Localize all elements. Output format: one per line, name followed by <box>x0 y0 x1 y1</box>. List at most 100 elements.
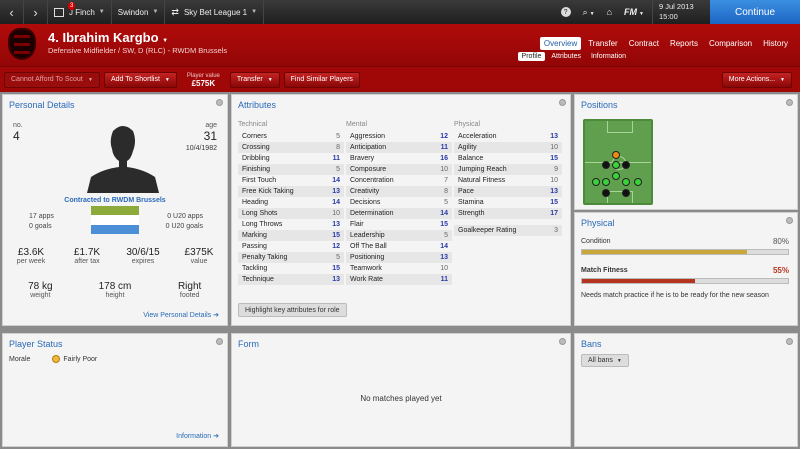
position-dot <box>622 189 630 197</box>
bans-filter-dropdown[interactable]: All bans ▼ <box>581 354 629 367</box>
attribute-name: Dribbling <box>242 155 270 162</box>
tab-reports[interactable]: Reports <box>666 37 702 50</box>
physical-list: Acceleration 13 Agility 10 Balance 15 Jumping … <box>454 131 562 219</box>
position-dot-dmc <box>612 161 620 169</box>
scout-button[interactable]: Cannot Afford To Scout ▼ <box>4 71 100 88</box>
attribute-row: Pace 13 <box>454 186 562 197</box>
more-actions-button[interactable]: More Actions... ▼ <box>721 71 792 88</box>
contract-stats: £3.6K per week £1.7K after tax 30/6/15 expi… <box>3 247 227 265</box>
attribute-value: 7 <box>444 177 448 184</box>
panel-options-icon[interactable] <box>786 338 793 345</box>
morale-row: Morale Fairly Poor <box>9 355 97 363</box>
bans-panel: Bans All bans ▼ <box>574 333 798 447</box>
contract-club-link[interactable]: Contracted to RWDM Brussels <box>3 197 227 204</box>
attribute-row: Penalty Taking 5 <box>238 252 344 263</box>
weight-stat: 78 kg weight <box>3 281 77 299</box>
attribute-value: 15 <box>332 265 340 272</box>
attribute-value: 8 <box>336 144 340 151</box>
forward-icon[interactable]: › <box>24 0 48 24</box>
panel-options-icon[interactable] <box>786 217 793 224</box>
position-dot-dc <box>622 178 630 186</box>
player-header: 4. Ibrahim Kargbo ▼ Defensive Midfielder… <box>0 24 800 66</box>
information-link[interactable]: Information ➔ <box>176 432 219 440</box>
attribute-name: Determination <box>350 210 394 217</box>
date-display[interactable]: 9 Jul 2013 15:00 <box>652 0 710 24</box>
tab-history[interactable]: History <box>759 37 792 50</box>
attribute-row: Marking 15 <box>238 230 344 241</box>
attribute-row: First Touch 14 <box>238 175 344 186</box>
player-value-amount: £575K <box>191 78 216 88</box>
attribute-value: 12 <box>440 133 448 140</box>
tab-transfer[interactable]: Transfer <box>584 37 622 50</box>
date-of-birth: 10/4/1982 <box>185 145 217 152</box>
subtab-information[interactable]: Information <box>587 52 630 61</box>
tab-comparison[interactable]: Comparison <box>705 37 756 50</box>
attribute-row: Positioning 13 <box>346 252 452 263</box>
value-stat: £375K value <box>171 247 227 265</box>
find-similar-button[interactable]: Find Similar Players <box>283 71 360 88</box>
physical-column: Physical Acceleration 13 Agility 10 Balance 1… <box>454 121 562 236</box>
attribute-value: 13 <box>440 254 448 261</box>
attributes-panel: Attributes Technical Corners 5 Crossing 8 Dr… <box>231 94 571 326</box>
attribute-row: Teamwork 10 <box>346 263 452 274</box>
subtab-profile[interactable]: Profile <box>517 52 546 61</box>
manager-menu[interactable]: J Finch ▼ <box>48 0 112 24</box>
flag-stripe-green <box>91 206 139 216</box>
match-fitness-bar-fill <box>582 279 696 283</box>
chevron-down-icon: ▼ <box>98 9 105 15</box>
attribute-name: Crossing <box>242 144 270 151</box>
age-label: age <box>205 122 217 129</box>
continue-button[interactable]: Continue <box>710 0 800 24</box>
attribute-row: Technique 13 <box>238 274 344 285</box>
physical-header: Physical <box>454 121 481 128</box>
highlight-attributes-button[interactable]: Highlight key attributes for role <box>238 303 347 317</box>
club-menu[interactable]: Swindon ▼ <box>112 0 166 24</box>
expires-stat: 30/6/15 expires <box>115 247 171 265</box>
panel-options-icon[interactable] <box>216 99 223 106</box>
form-panel: Form No matches played yet <box>231 333 571 447</box>
view-personal-details-link[interactable]: View Personal Details ➔ <box>143 311 219 319</box>
attribute-name: Passing <box>242 243 267 250</box>
action-bar: Cannot Afford To Scout ▼ Add To Shortlist… <box>0 66 800 92</box>
weight-label: weight <box>30 292 51 299</box>
panel-options-icon[interactable] <box>559 338 566 345</box>
subtab-attributes[interactable]: Attributes <box>547 52 585 61</box>
fm-menu[interactable]: FM ▼ <box>618 7 650 17</box>
help-icon[interactable]: ? <box>560 7 571 17</box>
attribute-value: 13 <box>550 188 558 195</box>
age-block: age 31 10/4/1982 <box>186 122 217 152</box>
u20-goals-count: 0 U20 goals <box>165 223 203 230</box>
shirt-number: no. 4 <box>13 122 23 143</box>
attribute-row: Acceleration 13 <box>454 131 562 142</box>
panel-options-icon[interactable] <box>559 99 566 106</box>
player-name[interactable]: 4. Ibrahim Kargbo ▼ <box>48 30 168 45</box>
player-value-label: Player value <box>186 72 220 79</box>
attribute-name: Bravery <box>350 155 375 162</box>
wage-stat: £3.6K per week <box>3 247 59 265</box>
attribute-value: 16 <box>440 155 448 162</box>
attribute-name: Pace <box>458 188 474 195</box>
attribute-value: 14 <box>332 199 340 206</box>
tab-contract[interactable]: Contract <box>625 37 663 50</box>
search-icon[interactable]: ⌕ ▼ <box>577 7 601 18</box>
attribute-value: 13 <box>332 188 340 195</box>
tab-overview[interactable]: Overview <box>539 37 582 50</box>
home-icon[interactable]: ⌂ <box>601 7 618 17</box>
technical-column: Technical Corners 5 Crossing 8 Dribbling 11 Fi… <box>238 121 344 285</box>
panel-options-icon[interactable] <box>216 338 223 345</box>
time: 15:00 <box>659 12 678 21</box>
attribute-row: Balance 15 <box>454 153 562 164</box>
shortlist-button[interactable]: Add To Shortlist ▼ <box>104 71 177 88</box>
back-icon[interactable]: ‹ <box>0 0 24 24</box>
transfer-button[interactable]: Transfer ▼ <box>229 71 280 88</box>
competition-menu[interactable]: ⇄ Sky Bet League 1 ▼ <box>165 0 265 24</box>
panel-options-icon[interactable] <box>786 99 793 106</box>
condition-bar-fill <box>582 250 747 254</box>
attribute-name: Decisions <box>350 199 381 206</box>
position-dot <box>622 161 630 169</box>
attribute-name: Marking <box>242 232 267 239</box>
condition-label: Condition <box>581 238 611 245</box>
panel-title: Attributes <box>238 100 277 110</box>
attribute-value: 10 <box>332 210 340 217</box>
positions-panel: Positions <box>574 94 798 210</box>
